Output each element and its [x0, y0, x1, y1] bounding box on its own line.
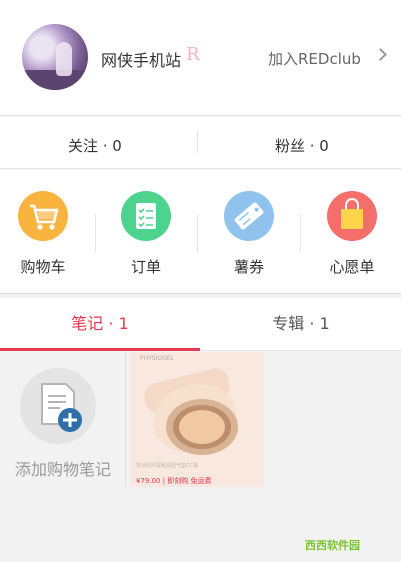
- shortcut-coupon-label: 薯券: [233, 258, 264, 276]
- note-caption: 悦诗风吟菁致润透气垫CC霜: [136, 463, 198, 469]
- divider: [197, 214, 198, 252]
- shortcut-cart-label: 购物车: [20, 258, 66, 276]
- fans-count[interactable]: 粉丝 · 0: [275, 135, 329, 156]
- shopping-cart-icon: [18, 191, 68, 241]
- note-price: ¥79.00 | 即刻购 免运费: [136, 477, 212, 485]
- order-checklist-icon: [121, 191, 171, 241]
- coupon-tag-icon: [224, 191, 274, 241]
- profile-header: 网侠手机站 R 加入REDclub: [0, 0, 401, 116]
- red-rank-badge-icon: R: [186, 44, 200, 65]
- stats-bar: 关注 · 0 粉丝 · 0: [0, 117, 401, 169]
- tab-notes[interactable]: 笔记 · 1: [0, 298, 200, 351]
- shortcut-wishlist[interactable]: 心愿单: [309, 170, 401, 294]
- divider: [95, 214, 96, 252]
- watermark-text: 西西软件园: [305, 539, 360, 552]
- content-tabs: 笔记 · 1 专辑 · 1: [0, 298, 401, 351]
- add-note-card[interactable]: 添加购物笔记: [0, 352, 126, 487]
- chevron-right-icon[interactable]: [374, 48, 387, 61]
- note-card[interactable]: PHYSIOGEL 悦诗风吟菁致润透气垫CC霜 ¥79.00 | 即刻购 免运费: [130, 352, 264, 487]
- avatar[interactable]: [22, 24, 88, 90]
- shortcut-coupon[interactable]: 薯券: [206, 170, 306, 294]
- wishlist-bag-icon: [327, 191, 377, 241]
- divider: [300, 214, 301, 252]
- shortcut-cart[interactable]: 购物车: [0, 170, 100, 294]
- nickname: 网侠手机站: [101, 51, 182, 70]
- tab-albums[interactable]: 专辑 · 1: [201, 298, 401, 351]
- add-note-label: 添加购物笔记: [14, 460, 111, 479]
- divider: [197, 131, 198, 153]
- shortcut-wishlist-label: 心愿单: [329, 258, 375, 276]
- shortcut-order[interactable]: 订单: [103, 170, 203, 294]
- follow-count[interactable]: 关注 · 0: [68, 135, 122, 156]
- join-redclub-link[interactable]: 加入REDclub: [268, 48, 361, 69]
- add-note-icon: [20, 368, 96, 444]
- shortcut-grid: 购物车 订单 薯券 心愿单: [0, 170, 401, 294]
- shortcut-order-label: 订单: [130, 258, 161, 276]
